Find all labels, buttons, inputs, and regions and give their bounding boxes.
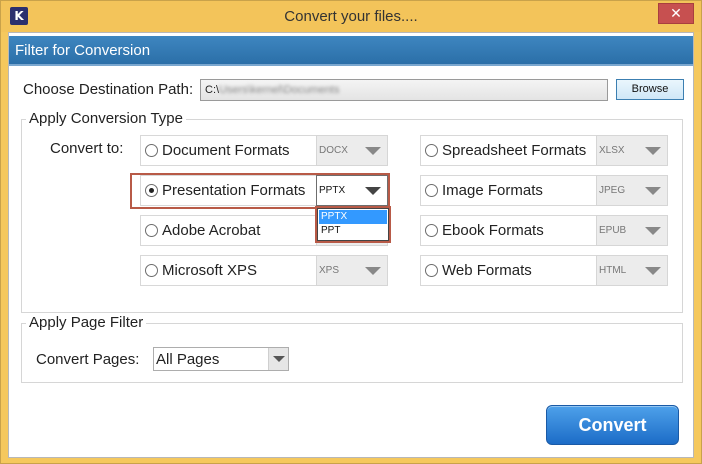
chevron-down-icon [645,187,661,195]
presentation-highlight-box [130,173,390,209]
page-filter-title: Apply Page Filter [26,314,147,331]
select-value: HTML [599,265,627,276]
convert-to-label: Convert to: [50,140,124,157]
option-label: Web Formats [442,262,532,279]
dialog-body: Filter for Conversion Choose Destination… [8,32,694,458]
option-label: Image Formats [442,182,543,199]
option-adobe-acrobat[interactable]: Adobe Acrobat [140,215,317,246]
option-label: Adobe Acrobat [162,222,261,239]
convert-pages-select[interactable]: All Pages [153,347,289,371]
destination-path-input[interactable]: C:\Users\kernel\Documents [200,79,608,101]
option-document-formats[interactable]: Document Formats [140,135,317,166]
option-image-formats[interactable]: Image Formats [420,175,597,206]
header-divider [9,64,693,66]
radio-microsoft-xps[interactable] [145,264,158,277]
option-web-formats[interactable]: Web Formats [420,255,597,286]
browse-button[interactable]: Browse [616,79,684,100]
convert-pages-label: Convert Pages: [36,351,140,368]
radio-web-formats[interactable] [425,264,438,277]
select-value: DOCX [319,145,348,156]
convert-pages-arrow[interactable] [268,348,288,370]
option-ebook-formats[interactable]: Ebook Formats [420,215,597,246]
path-blurred: Users\kernel\Documents [219,84,340,96]
window-title: Convert your files.... [284,8,418,25]
select-value: XLSX [599,145,625,156]
title-bar[interactable]: K Convert your files.... ✕ [1,1,701,32]
main-window: K Convert your files.... ✕ Filter for Co… [0,0,702,464]
chevron-down-icon [645,227,661,235]
option-label: Microsoft XPS [162,262,258,279]
web-format-select[interactable]: HTML [596,255,668,286]
option-spreadsheet-formats[interactable]: Spreadsheet Formats [420,135,597,166]
option-label: Ebook Formats [442,222,544,239]
chevron-down-icon [645,147,661,155]
document-format-select[interactable]: DOCX [316,135,388,166]
radio-spreadsheet-formats[interactable] [425,144,438,157]
option-label: Spreadsheet Formats [442,142,587,159]
radio-document-formats[interactable] [145,144,158,157]
chevron-down-icon [645,267,661,275]
select-value: EPUB [599,225,627,236]
close-icon: ✕ [670,6,682,22]
option-microsoft-xps[interactable]: Microsoft XPS [140,255,317,286]
image-format-select[interactable]: JPEG [596,175,668,206]
spreadsheet-format-select[interactable]: XLSX [596,135,668,166]
conversion-type-title: Apply Conversion Type [26,110,186,127]
presentation-format-dropdown-list[interactable]: PPTX PPT [315,206,391,243]
close-button[interactable]: ✕ [658,3,694,24]
dropdown-option-ppt[interactable]: PPT [319,224,387,238]
ebook-format-select[interactable]: EPUB [596,215,668,246]
radio-ebook-formats[interactable] [425,224,438,237]
chevron-down-icon [365,267,381,275]
radio-image-formats[interactable] [425,184,438,197]
xps-format-select[interactable]: XPS [316,255,388,286]
dropdown-option-pptx[interactable]: PPTX [319,210,387,224]
radio-adobe-acrobat[interactable] [145,224,158,237]
convert-pages-value: All Pages [156,351,220,368]
select-value: JPEG [599,185,626,196]
chevron-down-icon [273,356,285,362]
path-prefix: C:\ [205,84,220,96]
select-value: XPS [319,265,340,276]
destination-label: Choose Destination Path: [23,81,194,98]
chevron-down-icon [365,147,381,155]
section-header: Filter for Conversion [9,36,693,64]
convert-button[interactable]: Convert [546,405,679,445]
option-label: Document Formats [162,142,290,159]
section-header-title: Filter for Conversion [15,42,151,59]
